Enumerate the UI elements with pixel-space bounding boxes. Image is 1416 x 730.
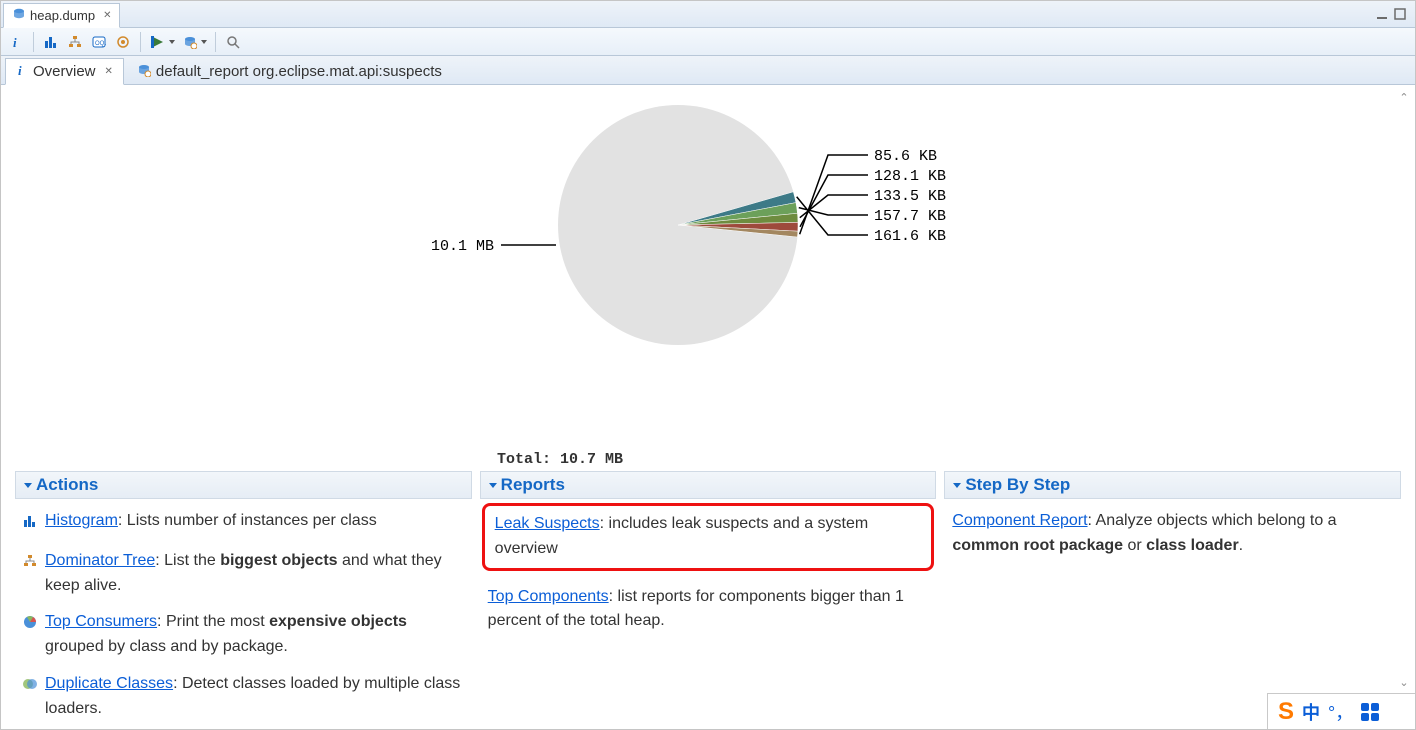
action-dominator-tree: Dominator Tree: List the biggest objects…: [23, 549, 464, 599]
tab-label: Overview: [33, 63, 96, 80]
query-icon: [181, 33, 199, 51]
svg-text:157.7 KB: 157.7 KB: [874, 208, 946, 225]
tab-default-report[interactable]: default_report org.eclipse.mat.api:suspe…: [126, 58, 453, 85]
maximize-icon[interactable]: [1393, 7, 1407, 21]
scroll-down-arrow: ⌄: [1397, 676, 1411, 689]
info-icon: i: [16, 63, 28, 81]
reports-header[interactable]: Reports: [480, 471, 937, 499]
editor-tab-heap-dump[interactable]: heap.dump ✕: [3, 3, 120, 28]
reports-panel: Reports Leak Suspects: includes leak sus…: [480, 471, 937, 729]
content-scroll[interactable]: ⌃ 85.6 KB128.1 KB133.5 KB157.7 KB161.6 K…: [1, 85, 1415, 729]
collapse-icon: [489, 483, 497, 488]
svg-text:i: i: [18, 63, 22, 77]
leak-suspects-highlight: Leak Suspects: includes leak suspects an…: [482, 503, 935, 571]
pie-chart: 85.6 KB 128.1 KB 133.5 KB 157.7 KB 161.6 KB 1…: [15, 85, 1401, 465]
thread-icon[interactable]: [114, 33, 132, 51]
dominator-tree-icon: [23, 552, 39, 577]
minimize-icon[interactable]: [1375, 7, 1389, 21]
step-panel: Step By Step Component Report: Analyze o…: [944, 471, 1401, 729]
svg-text:10.1 MB: 10.1 MB: [431, 238, 494, 255]
top-components-link[interactable]: Top Components: [488, 588, 609, 605]
top-consumers-link[interactable]: Top Consumers: [45, 613, 157, 630]
svg-text:128.1 KB: 128.1 KB: [874, 168, 946, 185]
svg-text:85.6 KB: 85.6 KB: [874, 148, 937, 165]
duplicate-classes-link[interactable]: Duplicate Classes: [45, 675, 173, 692]
search-icon[interactable]: [224, 33, 242, 51]
close-icon[interactable]: ✕: [101, 66, 113, 77]
dominator-tree-link[interactable]: Dominator Tree: [45, 552, 155, 569]
editor-window: heap.dump ✕ i OQL i Overview ✕: [0, 0, 1416, 730]
query-dropdown[interactable]: [181, 33, 207, 51]
window-controls: [1375, 1, 1415, 27]
report-top-components: Top Components: list reports for compone…: [488, 585, 929, 635]
heap-dump-icon: [12, 7, 26, 24]
mat-toolbar: i OQL: [1, 28, 1415, 56]
panel-title: Step By Step: [965, 475, 1070, 495]
action-text: : Lists number of instances per class: [118, 512, 377, 529]
separator: [33, 32, 34, 52]
chart-total-label: Total: 10.7 MB: [497, 451, 623, 468]
separator: [140, 32, 141, 52]
action-duplicate-classes: Duplicate Classes: Detect classes loaded…: [23, 672, 464, 722]
editor-tab-strip: heap.dump ✕: [1, 1, 1415, 28]
chevron-down-icon: [169, 40, 175, 44]
step-component-report: Component Report: Analyze objects which …: [952, 509, 1393, 559]
tab-label: default_report org.eclipse.mat.api:suspe…: [156, 63, 442, 80]
svg-text:i: i: [13, 35, 17, 49]
run-icon: [149, 33, 167, 51]
action-top-consumers: Top Consumers: Print the most expensive …: [23, 610, 464, 660]
ime-punctuation[interactable]: °，: [1328, 699, 1353, 725]
histogram-icon[interactable]: [42, 33, 60, 51]
collapse-icon: [953, 483, 961, 488]
editor-tab-label: heap.dump: [30, 8, 95, 23]
leak-suspects-link[interactable]: Leak Suspects: [495, 515, 600, 532]
panel-title: Actions: [36, 475, 98, 495]
step-header[interactable]: Step By Step: [944, 471, 1401, 499]
svg-text:OQL: OQL: [95, 41, 106, 47]
report-icon: [137, 63, 151, 81]
run-report-dropdown[interactable]: [149, 33, 175, 51]
info-icon[interactable]: i: [7, 33, 25, 51]
actions-panel: Actions Histogram: Lists number of insta…: [15, 471, 472, 729]
panel-title: Reports: [501, 475, 565, 495]
component-report-link[interactable]: Component Report: [952, 512, 1087, 529]
close-icon[interactable]: ✕: [99, 10, 111, 21]
tab-overview[interactable]: i Overview ✕: [5, 58, 124, 85]
separator: [215, 32, 216, 52]
histogram-link[interactable]: Histogram: [45, 512, 118, 529]
panels-row: Actions Histogram: Lists number of insta…: [15, 471, 1401, 729]
ime-keyboard-icon[interactable]: [1361, 703, 1379, 721]
ime-lang[interactable]: 中: [1302, 699, 1320, 725]
subtab-strip: i Overview ✕ default_report org.eclipse.…: [1, 56, 1415, 85]
collapse-icon: [24, 483, 32, 488]
svg-text:133.5 KB: 133.5 KB: [874, 188, 946, 205]
svg-text:161.6 KB: 161.6 KB: [874, 228, 946, 245]
actions-header[interactable]: Actions: [15, 471, 472, 499]
ime-dock[interactable]: S 中 °，: [1267, 693, 1415, 729]
dominator-tree-icon[interactable]: [66, 33, 84, 51]
duplicate-icon: [23, 675, 39, 700]
action-histogram: Histogram: Lists number of instances per…: [23, 509, 464, 537]
sogou-logo-icon: S: [1278, 698, 1294, 726]
oql-icon[interactable]: OQL: [90, 33, 108, 51]
histogram-icon: [23, 512, 39, 537]
pie-icon: [23, 613, 39, 638]
chevron-down-icon: [201, 40, 207, 44]
